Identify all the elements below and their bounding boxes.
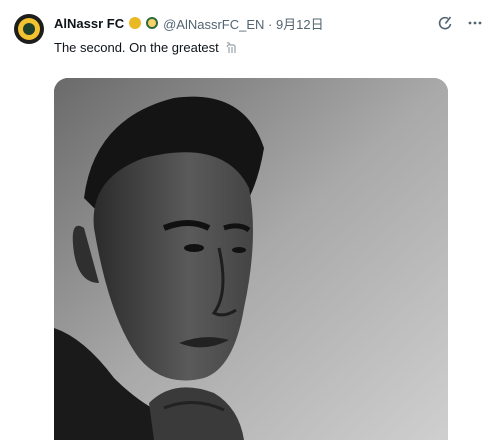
verified-badge-icon[interactable] bbox=[129, 17, 142, 29]
goat-emoji-icon bbox=[224, 41, 238, 55]
club-badge-icon[interactable] bbox=[146, 17, 159, 29]
author-avatar[interactable] bbox=[14, 14, 44, 44]
tweet-text-content: The second. On the greatest bbox=[54, 40, 219, 55]
tweet-header: AlNassr FC @AlNassrFC_EN · 9月12日 bbox=[54, 14, 324, 32]
tweet-text: The second. On the greatest bbox=[54, 40, 238, 55]
tweet-actions-top bbox=[436, 14, 484, 32]
tweet[interactable]: AlNassr FC @AlNassrFC_EN · 9月12日 The sec… bbox=[0, 0, 500, 440]
grok-icon[interactable] bbox=[436, 14, 454, 32]
author-handle-date[interactable]: @AlNassrFC_EN · 9月12日 bbox=[163, 14, 324, 33]
club-crest-icon bbox=[18, 18, 40, 40]
author-name[interactable]: AlNassr FC bbox=[54, 16, 124, 31]
tweet-photo[interactable] bbox=[54, 78, 448, 440]
more-options-icon[interactable] bbox=[466, 14, 484, 32]
